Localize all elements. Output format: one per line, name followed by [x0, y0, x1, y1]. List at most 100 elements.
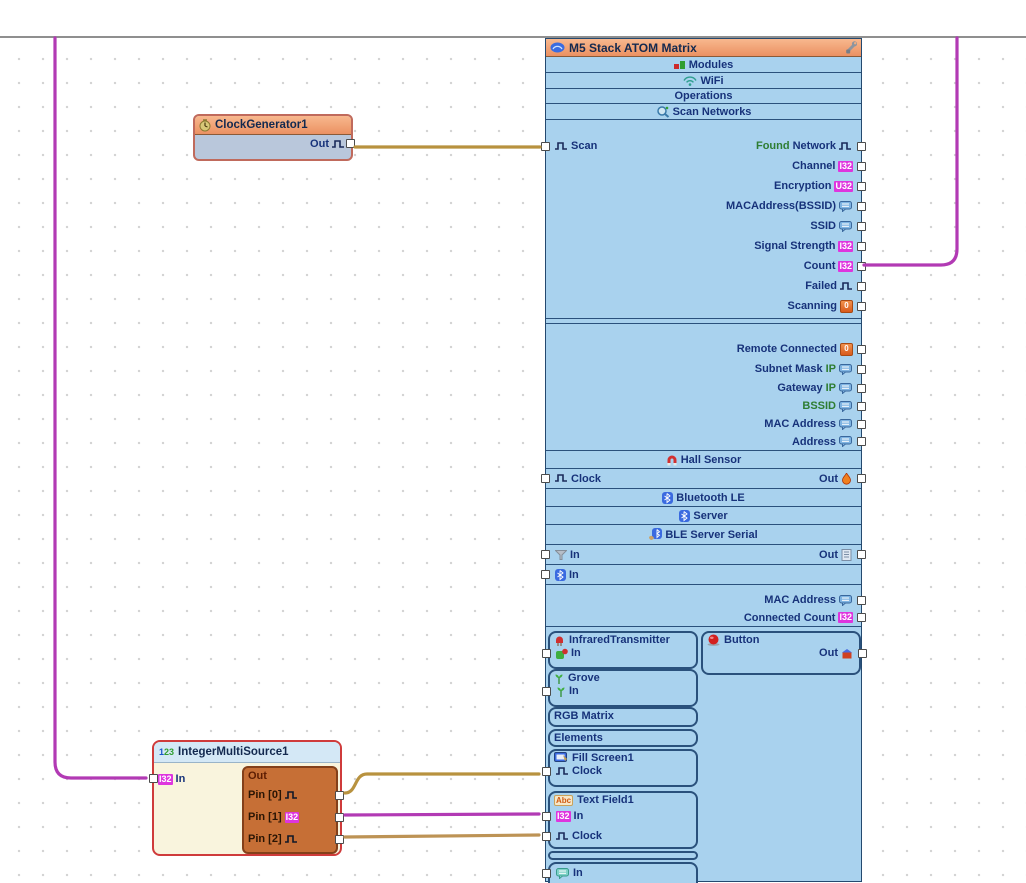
- panel-text-field[interactable]: Abc Text Field1 I32 In Clock: [548, 791, 698, 849]
- section-modules[interactable]: Modules: [546, 57, 861, 73]
- pin-label: Failed: [805, 280, 837, 292]
- pin-connector-bssid[interactable]: [857, 402, 866, 411]
- pin-connector-gateway-ip[interactable]: [857, 384, 866, 393]
- pin-connector-failed[interactable]: [857, 282, 866, 291]
- clock-generator-header[interactable]: ClockGenerator1: [195, 116, 351, 135]
- pin-row-bottom-in: In: [550, 864, 696, 879]
- pin-row-encryption: Encryption U32: [546, 176, 861, 196]
- section-label: Modules: [689, 59, 734, 71]
- pin-connector-hall-clock[interactable]: [541, 474, 550, 483]
- pin-row-hall: Clock Out: [546, 469, 861, 489]
- panel-rgb-matrix[interactable]: RGB Matrix: [548, 707, 698, 727]
- m5-stack-atom-matrix-block[interactable]: M5 Stack ATOM Matrix Modules WiFi Operat…: [545, 38, 862, 882]
- panel-title: Grove: [568, 672, 600, 684]
- panel-bottom[interactable]: In: [548, 862, 698, 883]
- pin-connector-pin0[interactable]: [335, 791, 344, 800]
- pin-connector-signal-strength[interactable]: [857, 242, 866, 251]
- pin-connector-infrared-in[interactable]: [542, 649, 551, 658]
- section-bluetooth-le[interactable]: Bluetooth LE: [546, 489, 861, 507]
- m5-block-header[interactable]: M5 Stack ATOM Matrix: [546, 39, 861, 57]
- clock-pin-icon: [556, 832, 569, 841]
- pin-row-pin1: Pin [1] I32: [248, 806, 332, 828]
- pin-connector-text-field-clock[interactable]: [542, 832, 551, 841]
- pin-row-pin0: Pin [0]: [248, 784, 332, 806]
- pin-connector-grove-in[interactable]: [542, 687, 551, 696]
- integer-multi-source-block[interactable]: 123 IntegerMultiSource1 I32 In Out Pin […: [152, 740, 342, 856]
- canvas-top-border: [0, 36, 1026, 38]
- pin-connector-clockgen-out[interactable]: [346, 139, 355, 148]
- pin-label: SSID: [810, 220, 836, 232]
- bool-pin-icon: 0: [840, 300, 853, 313]
- string-pin-icon: [839, 201, 853, 212]
- pin-connector-count[interactable]: [857, 262, 866, 271]
- ims-output-group[interactable]: Out Pin [0] Pin [1] I32 Pin [2]: [242, 766, 338, 854]
- bluetooth-icon: [662, 492, 673, 504]
- pin-connector-encryption[interactable]: [857, 182, 866, 191]
- panel-fill-screen[interactable]: Fill Screen1 Clock: [548, 749, 698, 787]
- pin-connector-ble-in1[interactable]: [541, 550, 550, 559]
- pin-connector-pin1[interactable]: [335, 813, 344, 822]
- section-operations[interactable]: Operations: [546, 89, 861, 104]
- pin-connector-pin2[interactable]: [335, 835, 344, 844]
- section-ble-server-serial[interactable]: BLE Server Serial: [546, 525, 861, 545]
- pin-connector-mac-address[interactable]: [857, 420, 866, 429]
- pin-connector-channel[interactable]: [857, 162, 866, 171]
- text-field-icon: Abc: [554, 795, 573, 806]
- panel-button[interactable]: Button Out: [701, 631, 861, 675]
- clock-pin-icon: [285, 835, 298, 844]
- pin-connector-found-network[interactable]: [857, 142, 866, 151]
- pin-row-text-field-in: I32 In: [550, 806, 696, 825]
- pin-row-ble-io: In Out: [546, 545, 861, 565]
- pin-label: Remote Connected: [737, 343, 837, 355]
- pin-connector-address[interactable]: [857, 437, 866, 446]
- integer-multi-source-header[interactable]: 123 IntegerMultiSource1: [154, 742, 340, 763]
- pin-connector-button-out[interactable]: [858, 649, 867, 658]
- analog-pin-icon: [841, 473, 852, 485]
- section-scan-networks[interactable]: Scan Networks: [546, 104, 861, 120]
- section-server[interactable]: Server: [546, 507, 861, 525]
- pin-connector-bottom-in[interactable]: [542, 869, 551, 878]
- pin-connector-ims-in[interactable]: [149, 774, 158, 783]
- pin-row-ble-in2: In: [546, 565, 861, 585]
- section-label: Operations: [674, 90, 732, 102]
- panel-title: Text Field1: [577, 794, 634, 806]
- type-i32-badge: I32: [838, 161, 853, 172]
- pin-label: Out: [819, 549, 838, 561]
- pin-connector-fill-screen-clock[interactable]: [542, 767, 551, 776]
- pin-connector-remote-connected[interactable]: [857, 345, 866, 354]
- panel-infrared-transmitter[interactable]: InfraredTransmitter In: [548, 631, 698, 669]
- pin-label: Clock: [572, 765, 602, 777]
- pin-row-clockgen-out: Out: [310, 138, 345, 150]
- pin-connector-scanning[interactable]: [857, 302, 866, 311]
- pin-connector-scan[interactable]: [541, 142, 550, 151]
- pin-connector-hall-out[interactable]: [857, 474, 866, 483]
- string-pin-icon: [839, 364, 853, 375]
- pin-connector-ble-in2[interactable]: [541, 570, 550, 579]
- bluetooth-icon: [679, 510, 690, 522]
- pin-connector-subnet-mask-ip[interactable]: [857, 365, 866, 374]
- panel-title: Elements: [554, 732, 603, 744]
- m5-logo-icon: [550, 42, 565, 53]
- pin-connector-mac-address-2[interactable]: [857, 596, 866, 605]
- pin-connector-macaddress-bssid[interactable]: [857, 202, 866, 211]
- pin-connector-ssid[interactable]: [857, 222, 866, 231]
- panel-stub[interactable]: [548, 851, 698, 860]
- panel-grove[interactable]: Grove In: [548, 669, 698, 707]
- pin-connector-ble-out[interactable]: [857, 550, 866, 559]
- pin-connector-text-field-in[interactable]: [542, 812, 551, 821]
- section-wifi[interactable]: WiFi: [546, 73, 861, 89]
- section-hall-sensor[interactable]: Hall Sensor: [546, 451, 861, 469]
- pin-label-scan: Scan: [571, 140, 597, 152]
- pin-label: Pin [1]: [248, 811, 282, 823]
- panel-elements[interactable]: Elements: [548, 729, 698, 747]
- pin-label: Connected Count: [744, 612, 836, 624]
- group-label: Out: [248, 769, 332, 784]
- pin-row-ims-in: I32 In: [158, 773, 185, 785]
- pin-label: Subnet Mask: [755, 363, 823, 375]
- wrench-icon[interactable]: [842, 41, 857, 54]
- clock-pin-icon: [555, 142, 568, 151]
- pin-label: Clock: [571, 473, 601, 485]
- pin-connector-connected-count[interactable]: [857, 613, 866, 622]
- clock-generator-block[interactable]: ClockGenerator1 Out: [193, 114, 353, 161]
- pin-row-mac-address-2: MAC Address: [546, 591, 861, 609]
